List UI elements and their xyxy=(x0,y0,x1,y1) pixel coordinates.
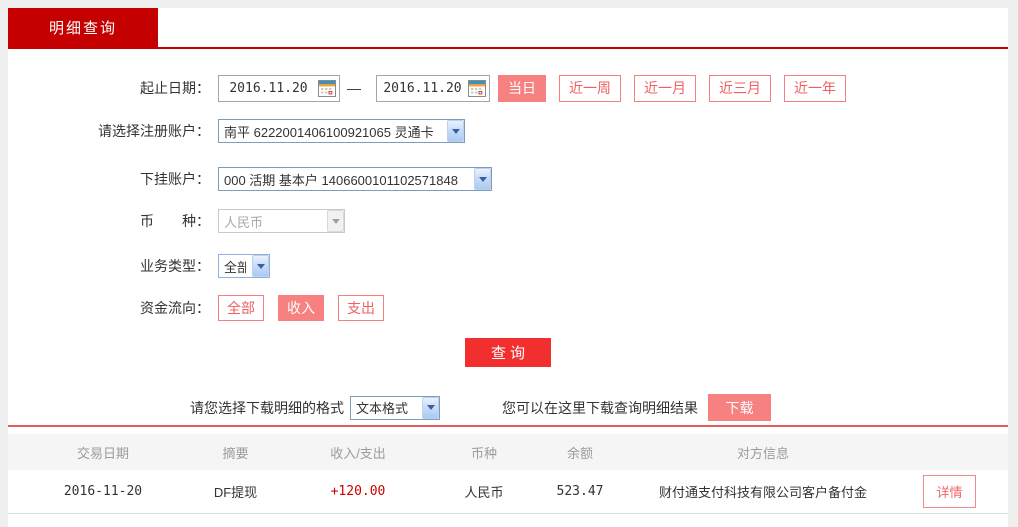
download-format-value: 文本格式（.txt） xyxy=(356,398,416,417)
dropdown-arrow-icon xyxy=(327,210,344,232)
sub-account-value: 000 活期 基本户 1406600101102571848 xyxy=(224,170,468,189)
fund-flow-buttons: 全部 收入 支出 xyxy=(218,295,384,321)
quick-range-today-button[interactable]: 当日 xyxy=(498,75,546,102)
detail-button[interactable]: 详情 xyxy=(923,475,975,508)
end-date-value: 2016.11.20 xyxy=(377,81,468,96)
header-summary: 摘要 xyxy=(198,443,273,462)
dropdown-arrow-icon[interactable] xyxy=(252,255,269,277)
header-balance: 余额 xyxy=(525,443,635,462)
quick-range-month-button[interactable]: 近一月 xyxy=(634,75,696,102)
content-panel: 明细查询 起止日期： 2016.11.20 — 2016.11.20 xyxy=(8,8,1008,527)
table-header-row: 交易日期 摘要 收入/支出 币种 余额 对方信息 xyxy=(8,434,1008,470)
download-hint-text: 您可以在这里下载查询明细结果 xyxy=(502,398,698,418)
sub-account-label: 下挂账户： xyxy=(8,169,210,189)
dropdown-arrow-icon[interactable] xyxy=(474,168,491,190)
dropdown-arrow-icon[interactable] xyxy=(447,120,464,142)
query-button[interactable]: 查询 xyxy=(465,338,551,367)
business-type-select[interactable]: 全部 xyxy=(218,254,270,278)
calendar-icon[interactable] xyxy=(468,80,486,97)
header-counterparty: 对方信息 xyxy=(635,443,891,462)
fund-flow-row: 资金流向： 全部 收入 支出 xyxy=(8,294,1008,321)
business-type-label: 业务类型： xyxy=(8,256,210,276)
date-range-separator: — xyxy=(347,80,361,96)
table-row: 2016-11-20 DF提现 +120.00 人民币 523.47 财付通支付… xyxy=(8,470,1008,514)
header-transaction-date: 交易日期 xyxy=(8,443,198,462)
start-date-value: 2016.11.20 xyxy=(219,81,318,96)
date-range-label: 起止日期： xyxy=(8,78,210,98)
register-account-row: 请选择注册账户： 南平 6222001406100921065 灵通卡 xyxy=(8,119,1008,143)
tab-underline xyxy=(8,47,1008,49)
fund-flow-income-button[interactable]: 收入 xyxy=(278,295,324,321)
quick-range-quarter-button[interactable]: 近三月 xyxy=(709,75,771,102)
start-date-input[interactable]: 2016.11.20 xyxy=(218,75,340,102)
fund-flow-expense-button[interactable]: 支出 xyxy=(338,295,384,321)
fund-flow-all-button[interactable]: 全部 xyxy=(218,295,264,321)
cell-counterparty: 财付通支付科技有限公司客户备付金 xyxy=(635,482,891,501)
currency-label: 币 种： xyxy=(8,211,210,231)
business-type-row: 业务类型： 全部 xyxy=(8,254,1008,278)
cell-balance: 523.47 xyxy=(525,484,635,499)
register-account-select[interactable]: 南平 6222001406100921065 灵通卡 xyxy=(218,119,465,143)
table-top-separator xyxy=(8,425,1008,427)
dropdown-arrow-icon[interactable] xyxy=(422,397,439,419)
cell-transaction-date: 2016-11-20 xyxy=(8,484,198,499)
quick-range-year-button[interactable]: 近一年 xyxy=(784,75,846,102)
quick-range-week-button[interactable]: 近一周 xyxy=(559,75,621,102)
tab-detail-query[interactable]: 明细查询 xyxy=(8,8,158,47)
download-button[interactable]: 下载 xyxy=(708,394,771,421)
currency-row: 币 种： 人民币 xyxy=(8,209,1008,233)
sub-account-row: 下挂账户： 000 活期 基本户 1406600101102571848 xyxy=(8,167,1008,191)
end-date-input[interactable]: 2016.11.20 xyxy=(376,75,490,102)
download-row: 请您选择下载明细的格式 文本格式（.txt） 您可以在这里下载查询明细结果 下载 xyxy=(8,394,1008,421)
tab-label: 明细查询 xyxy=(49,17,117,38)
cell-summary: DF提现 xyxy=(198,482,273,501)
register-account-label: 请选择注册账户： xyxy=(8,121,210,141)
download-format-select[interactable]: 文本格式（.txt） xyxy=(350,396,440,420)
cell-income-expense: +120.00 xyxy=(273,484,443,499)
register-account-value: 南平 6222001406100921065 灵通卡 xyxy=(224,122,441,141)
currency-select-disabled: 人民币 xyxy=(218,209,345,233)
date-range-row: 起止日期： 2016.11.20 — 2016.11.20 xyxy=(8,74,1008,102)
quick-range-buttons: 当日 近一周 近一月 近三月 近一年 xyxy=(498,75,846,102)
fund-flow-label: 资金流向： xyxy=(8,298,210,318)
calendar-icon[interactable] xyxy=(318,80,336,97)
sub-account-select[interactable]: 000 活期 基本户 1406600101102571848 xyxy=(218,167,492,191)
cell-currency: 人民币 xyxy=(443,482,525,501)
business-type-value: 全部 xyxy=(224,257,246,276)
currency-value: 人民币 xyxy=(224,212,321,231)
header-currency: 币种 xyxy=(443,443,525,462)
download-format-label: 请您选择下载明细的格式 xyxy=(190,398,344,418)
header-income-expense: 收入/支出 xyxy=(273,443,443,462)
